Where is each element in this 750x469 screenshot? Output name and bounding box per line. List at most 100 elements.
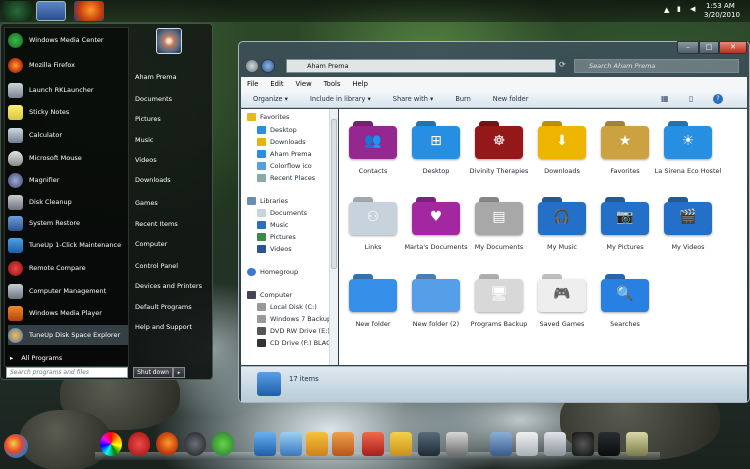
- notes-icon[interactable]: [516, 432, 538, 456]
- tools-icon[interactable]: [490, 432, 512, 456]
- user-picture[interactable]: [156, 28, 182, 54]
- scroll-thumb[interactable]: [331, 119, 337, 269]
- nav-aham-prema[interactable]: Aham Prema: [257, 150, 312, 158]
- shutdown-options-button[interactable]: ▸: [173, 367, 185, 378]
- shutdown-button[interactable]: Shut down: [133, 367, 173, 378]
- taskbar-explorer-button[interactable]: [36, 1, 66, 21]
- folder-item[interactable]: 👥 Contacts: [339, 121, 407, 176]
- burn-button[interactable]: Burn: [443, 95, 480, 103]
- nav-cd-drive[interactable]: CD Drive (F:) BLACI: [257, 339, 332, 347]
- program-item[interactable]: Magnifier: [8, 170, 128, 190]
- folder-item[interactable]: ♥ Marta's Documents: [402, 197, 470, 252]
- places-downloads[interactable]: Downloads: [135, 176, 171, 184]
- program-item[interactable]: Windows Media Player: [8, 303, 128, 323]
- menu-tools[interactable]: Tools: [318, 80, 347, 88]
- camera-folder-icon[interactable]: [446, 432, 468, 456]
- nav-music[interactable]: Music: [257, 221, 289, 229]
- program-item[interactable]: Microsoft Mouse: [8, 148, 128, 168]
- places-games[interactable]: Games: [135, 199, 158, 207]
- places-recent-items[interactable]: Recent Items: [135, 220, 178, 228]
- office-folder-icon[interactable]: [306, 432, 328, 456]
- address-bar[interactable]: Aham Prema: [286, 59, 556, 73]
- menu-view[interactable]: View: [290, 80, 318, 88]
- signal-icon[interactable]: ▮: [677, 5, 681, 13]
- places-videos[interactable]: Videos: [135, 156, 157, 164]
- program-item[interactable]: Launch RKLauncher: [8, 80, 128, 100]
- program-item[interactable]: System Restore: [8, 213, 128, 233]
- folder-item[interactable]: ▤ My Documents: [465, 197, 533, 252]
- nav-backup-drive[interactable]: Windows 7 Backup: [257, 315, 331, 323]
- screen-icon[interactable]: [598, 432, 620, 456]
- nav-scrollbar[interactable]: [329, 109, 338, 365]
- refresh-icon[interactable]: ⟳: [559, 60, 566, 69]
- program-item[interactable]: Disk Cleanup: [8, 192, 128, 212]
- menu-file[interactable]: File: [241, 80, 264, 88]
- places-pictures[interactable]: Pictures: [135, 115, 161, 123]
- clock-date[interactable]: 3/20/2010: [704, 11, 740, 19]
- menu-help[interactable]: Help: [346, 80, 374, 88]
- new-folder-button[interactable]: New folder: [481, 95, 539, 103]
- minimize-button[interactable]: –: [677, 41, 699, 54]
- folder-item[interactable]: 📷 My Pictures: [591, 197, 659, 252]
- nav-recent-places[interactable]: Recent Places: [257, 174, 315, 182]
- program-item[interactable]: Windows Media Center: [8, 30, 128, 50]
- folder-item[interactable]: ⊞ Desktop: [402, 121, 470, 176]
- folder-item[interactable]: New folder: [339, 274, 407, 329]
- red-folder-icon[interactable]: [362, 432, 384, 456]
- view-options-icon[interactable]: ▦: [661, 94, 669, 103]
- program-item[interactable]: TuneUp Disk Space Explorer: [8, 325, 128, 345]
- folder-item[interactable]: 🎧 My Music: [528, 197, 596, 252]
- strawberry-icon[interactable]: [128, 432, 150, 456]
- nav-documents[interactable]: Documents: [257, 209, 307, 217]
- folder-item[interactable]: ⚇ Links: [339, 197, 407, 252]
- program-item[interactable]: Calculator: [8, 125, 128, 145]
- places-music[interactable]: Music: [135, 136, 154, 144]
- start-orb-dock[interactable]: [4, 434, 28, 458]
- nav-local-disk[interactable]: Local Disk (C:): [257, 303, 317, 311]
- folder-item[interactable]: ⬇ Downloads: [528, 121, 596, 176]
- volume-icon[interactable]: ◀: [690, 5, 695, 13]
- program-item[interactable]: TuneUp 1-Click Maintenance: [8, 235, 128, 255]
- include-library-button[interactable]: Include in library ▾: [298, 95, 381, 103]
- firefox-dock-icon[interactable]: [156, 432, 178, 456]
- homegroup-header[interactable]: Homegroup: [247, 268, 298, 276]
- nav-dvd-drive[interactable]: DVD RW Drive (E:) N: [257, 327, 332, 335]
- clock-time[interactable]: 1:53 AM: [706, 2, 735, 10]
- libraries-header[interactable]: Libraries: [247, 197, 288, 205]
- start-search-input[interactable]: Search programs and files: [6, 367, 128, 378]
- folder-item[interactable]: 🎬 My Videos: [654, 197, 722, 252]
- all-programs-button[interactable]: ▸ All Programs: [8, 348, 128, 368]
- blue-folder-dock-icon[interactable]: [254, 432, 276, 456]
- speaker-icon[interactable]: [572, 432, 594, 456]
- places-devices-printers[interactable]: Devices and Printers: [135, 282, 202, 290]
- dark-folder-icon[interactable]: [418, 432, 440, 456]
- preview-pane-icon[interactable]: ▯: [689, 94, 693, 103]
- globe-icon[interactable]: [184, 432, 206, 456]
- folder-item[interactable]: ☀ La Sirena Eco Hostel: [654, 121, 722, 176]
- favorites-header[interactable]: Favorites: [247, 113, 289, 121]
- search-input[interactable]: Search Aham Prema: [574, 59, 739, 73]
- nav-desktop[interactable]: Desktop: [257, 126, 297, 134]
- program-item[interactable]: Sticky Notes: [8, 102, 128, 122]
- nav-downloads[interactable]: Downloads: [257, 138, 306, 146]
- folder-item[interactable]: ☸ Divinity Therapies: [465, 121, 533, 176]
- folder-item[interactable]: 🔍 Searches: [591, 274, 659, 329]
- places-computer[interactable]: Computer: [135, 240, 167, 248]
- network-icon[interactable]: ▲: [664, 6, 669, 14]
- taskbar-firefox-button[interactable]: [74, 1, 104, 21]
- messenger-icon[interactable]: [212, 432, 234, 456]
- places-control-panel[interactable]: Control Panel: [135, 262, 178, 270]
- battery-icon[interactable]: [626, 432, 648, 456]
- color-wheel-icon[interactable]: [100, 432, 122, 456]
- places-help-support[interactable]: Help and Support: [135, 323, 192, 331]
- nav-colorflow[interactable]: Colorflow ico: [257, 162, 312, 170]
- places-default-programs[interactable]: Default Programs: [135, 303, 192, 311]
- program-item[interactable]: Remote Compare: [8, 258, 128, 278]
- organize-button[interactable]: Organize ▾: [241, 95, 298, 103]
- nav-pictures[interactable]: Pictures: [257, 233, 296, 241]
- media-folder-dock-icon[interactable]: [280, 432, 302, 456]
- menu-edit[interactable]: Edit: [264, 80, 289, 88]
- calculator-dock-icon[interactable]: [544, 432, 566, 456]
- forward-button[interactable]: [261, 59, 275, 73]
- maximize-button[interactable]: □: [699, 41, 719, 54]
